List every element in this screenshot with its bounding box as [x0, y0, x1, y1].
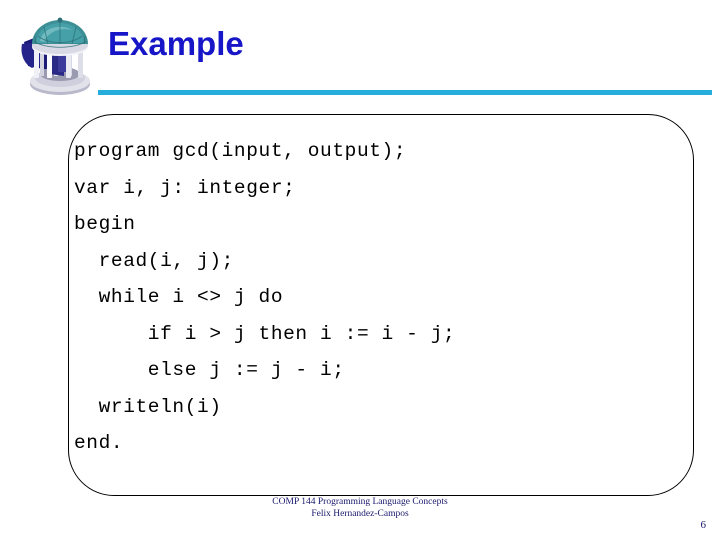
slide: Example program gcd(input, output); var … [0, 0, 720, 540]
code-block: program gcd(input, output); var i, j: in… [74, 133, 674, 462]
footer-author: Felix Hernandez-Campos [311, 508, 409, 519]
code-line: else j := j - i; [74, 359, 345, 381]
code-line: while i <> j do [74, 286, 284, 308]
code-line: if i > j then i := i - j; [74, 322, 456, 345]
footer-course: COMP 144 Programming Language Concepts [272, 497, 448, 507]
page-title: Example [108, 25, 244, 62]
code-line: begin [74, 213, 136, 235]
code-line: writeln(i) [74, 395, 222, 418]
title-divider [98, 90, 712, 95]
slide-footer: COMP 144 Programming Language Concepts F… [0, 497, 720, 520]
code-line: var i, j: integer; [74, 176, 296, 199]
code-line: read(i, j); [74, 249, 234, 272]
unc-old-well-logo [14, 8, 106, 100]
code-line: program gcd(input, output); [74, 140, 407, 162]
page-number: 6 [700, 519, 707, 531]
code-line: end. [74, 432, 124, 454]
